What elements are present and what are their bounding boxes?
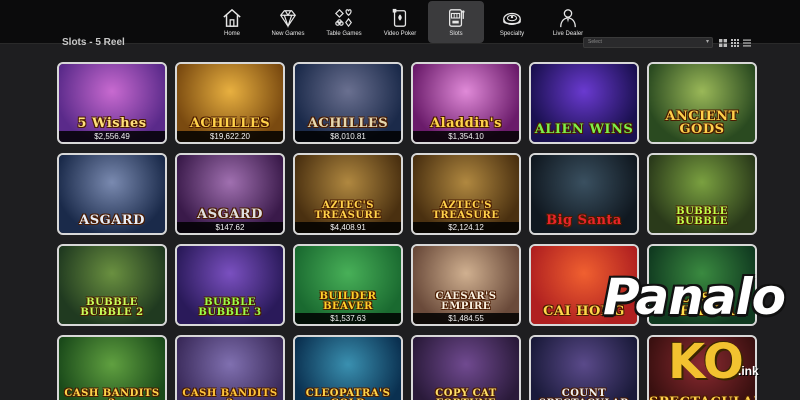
game-title: ANCIENT GODS xyxy=(665,109,739,137)
roulette-wheel-icon xyxy=(503,12,521,25)
game-tile[interactable]: Big Santa xyxy=(529,153,639,235)
game-tile[interactable]: BUBBLE BUBBLE 2 xyxy=(57,244,167,326)
game-title: ACHILLES xyxy=(189,116,271,131)
slot-machine-icon xyxy=(448,8,465,27)
jackpot-amount: $8,010.81 xyxy=(295,131,401,142)
game-tile[interactable]: CLEOPATRA'S GOLD xyxy=(293,335,403,400)
section-title: Slots - 5 Reel xyxy=(62,37,125,48)
game-tile[interactable]: CASH BANDITS 2 xyxy=(57,335,167,400)
game-title: ACHILLES xyxy=(307,116,389,131)
game-tile[interactable]: ALIEN WINS xyxy=(529,62,639,144)
game-title: CLEOPATRA'S GOLD xyxy=(305,388,391,400)
panalo-logo: Panalo xyxy=(603,268,793,330)
game-tile[interactable]: 5 Wishes $2,556.49 xyxy=(57,62,167,144)
game-title: CAESAR'S EMPIRE xyxy=(435,291,497,312)
game-tile[interactable]: CAESAR'S EMPIRE $1,484.55 xyxy=(411,244,521,326)
card-suits-icon xyxy=(334,8,353,27)
game-tile[interactable]: COUNT SPECTACULAR xyxy=(529,335,639,400)
dealer-person-icon xyxy=(560,8,576,27)
ko-logo-domain: .ink xyxy=(738,364,759,378)
game-title: Aladdin's xyxy=(430,116,502,131)
jackpot-amount: $19,622.20 xyxy=(177,131,283,142)
jackpot-amount: $147.62 xyxy=(177,222,283,233)
casino-lobby: Home New Games Table Games Video Poker S… xyxy=(0,0,800,400)
game-tile[interactable]: COPY CAT FORTUNE xyxy=(411,335,521,400)
game-title: AZTEC'S TREASURE xyxy=(314,200,382,221)
game-title: ALIEN WINS xyxy=(534,122,634,137)
game-title: Big Santa xyxy=(546,213,622,228)
list-view-icon[interactable] xyxy=(743,39,751,47)
game-title: COPY CAT FORTUNE xyxy=(435,388,497,400)
game-tile[interactable]: AZTEC'S TREASURE $2,124.12 xyxy=(411,153,521,235)
game-title: SPECTACULAR xyxy=(649,396,755,400)
game-tile[interactable]: ACHILLES $19,622.20 xyxy=(175,62,285,144)
chevron-down-icon: ▾ xyxy=(705,39,709,45)
game-grid: 5 Wishes $2,556.49 ACHILLES $19,622.20 ACHIL… xyxy=(57,62,759,400)
jackpot-amount: $2,556.49 xyxy=(59,131,165,142)
sort-select-value: Select xyxy=(588,39,602,45)
ko-logo-text: KO xyxy=(668,334,744,390)
game-tile[interactable]: BUBBLE BUBBLE xyxy=(647,153,757,235)
jackpot-amount: $1,537.63 xyxy=(295,313,401,324)
game-tile[interactable]: CASH BANDITS 3 xyxy=(175,335,285,400)
section-header: Slots - 5 Reel Select ▾ xyxy=(0,36,800,52)
game-tile[interactable]: Aladdin's $1,354.10 xyxy=(411,62,521,144)
jackpot-amount: $1,354.10 xyxy=(413,131,519,142)
game-tile[interactable]: BUILDER BEAVER $1,537.63 xyxy=(293,244,403,326)
playing-card-icon xyxy=(392,8,407,27)
game-title: ASGARD xyxy=(197,207,263,222)
game-title: BUBBLE BUBBLE xyxy=(676,206,728,227)
jackpot-amount: $4,408.91 xyxy=(295,222,401,233)
grid-large-view-icon[interactable] xyxy=(719,39,727,47)
game-title: BUBBLE BUBBLE 2 xyxy=(80,297,144,318)
diamond-icon xyxy=(279,9,297,28)
game-tile[interactable]: BUBBLE BUBBLE 3 xyxy=(175,244,285,326)
game-tile[interactable]: ASGARD xyxy=(57,153,167,235)
house-icon xyxy=(223,8,241,27)
game-title: BUBBLE BUBBLE 3 xyxy=(198,297,262,318)
game-tile[interactable]: AZTEC'S TREASURE $4,408.91 xyxy=(293,153,403,235)
panalo-logo-text: Panalo xyxy=(603,268,786,326)
sort-select[interactable]: Select ▾ xyxy=(583,37,713,48)
game-tile[interactable]: ASGARD $147.62 xyxy=(175,153,285,235)
grid-small-view-icon[interactable] xyxy=(731,39,739,47)
game-tile[interactable]: ACHILLES $8,010.81 xyxy=(293,62,403,144)
game-title: AZTEC'S TREASURE xyxy=(432,200,500,221)
jackpot-amount: $2,124.12 xyxy=(413,222,519,233)
game-title: 5 Wishes xyxy=(77,116,147,131)
ko-logo: KO .ink xyxy=(668,336,778,396)
game-title: COUNT SPECTACULAR xyxy=(539,388,629,400)
game-title: CASH BANDITS 3 xyxy=(182,388,278,400)
game-title: CASH BANDITS 2 xyxy=(64,388,160,400)
game-tile[interactable]: ANCIENT GODS xyxy=(647,62,757,144)
game-title: BUILDER BEAVER xyxy=(319,291,377,312)
jackpot-amount: $1,484.55 xyxy=(413,313,519,324)
game-title: ASGARD xyxy=(79,213,145,228)
